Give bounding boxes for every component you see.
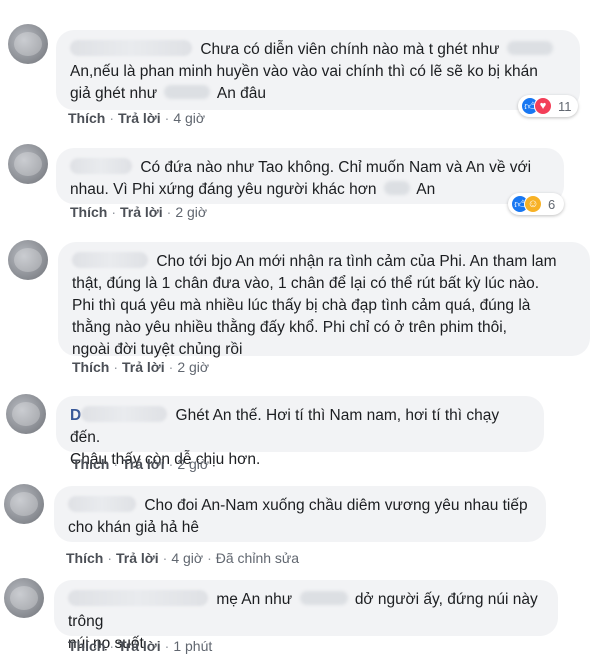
comment-text: Cho tới bjo An mới nhận ra tình cảm của … — [156, 253, 557, 270]
separator: · — [168, 359, 174, 375]
blurred-author-name[interactable] — [72, 252, 148, 268]
separator: · — [109, 110, 115, 126]
comment-actions: Thích · Trả lời · 4 giờ · Đã chỉnh sửa — [66, 550, 299, 566]
like-link[interactable]: Thích — [70, 204, 107, 220]
separator: · — [164, 638, 170, 654]
comment-bubble: D Ghét An thế. Hơi tí thì Nam nam, hơi t… — [56, 396, 544, 468]
comment-text: thằng nào yêu nhiều thằng đấy khổ. Phi c… — [72, 319, 507, 336]
comment-text: mẹ An như — [216, 591, 293, 608]
reaction-count: 11 — [558, 98, 572, 114]
timestamp[interactable]: 2 giờ — [175, 204, 207, 220]
reply-link[interactable]: Trả lời — [122, 456, 165, 472]
comment-bubble: Chưa có diễn viên chính nào mà t ghét nh… — [56, 30, 580, 110]
comment-actions: Thích · Trả lời · 1 phút — [68, 638, 212, 654]
blurred-author-name[interactable] — [70, 158, 132, 174]
separator: · — [207, 550, 212, 566]
reply-link[interactable]: Trả lời — [120, 204, 163, 220]
comment-actions: Thích · Trả lời · 2 giờ — [70, 204, 207, 220]
blurred-name — [506, 41, 553, 55]
comment-bubble: mẹ An như dở người ấy, đứng núi này trôn… — [54, 580, 558, 652]
avatar[interactable] — [8, 144, 48, 184]
comment-text: An,nếu là phan minh huyền vào vào vai ch… — [70, 63, 538, 80]
comment-bubble: Cho đoi An-Nam xuống chầu diêm vương yêu… — [54, 486, 546, 542]
comment-actions: Thích · Trả lời · 2 giờ — [72, 359, 209, 375]
avatar[interactable] — [4, 578, 44, 618]
reaction-count: 6 — [548, 196, 556, 212]
heart-icon: ♥ — [534, 97, 552, 115]
blurred-name — [299, 591, 348, 605]
avatar[interactable] — [4, 484, 44, 524]
blurred-author-name[interactable] — [70, 40, 192, 56]
like-link[interactable]: Thích — [72, 456, 109, 472]
separator: · — [113, 359, 119, 375]
timestamp[interactable]: 4 giờ — [173, 110, 205, 126]
like-link[interactable]: Thích — [68, 110, 105, 126]
separator: · — [166, 204, 172, 220]
blurred-author-name[interactable] — [68, 590, 208, 606]
separator: · — [107, 550, 113, 566]
comment-text: cho khán giả hả hê — [68, 519, 199, 536]
comment-actions: Thích · Trả lời · 4 giờ — [68, 110, 205, 126]
comment-text: Phi thì quá yêu mà nhiều lúc thấy bị chà… — [72, 297, 531, 314]
comment-text: Cho đoi An-Nam xuống chầu diêm vương yêu… — [144, 497, 528, 514]
comment-bubble: Cho tới bjo An mới nhận ra tình cảm của … — [58, 242, 590, 358]
blurred-author-name[interactable] — [68, 496, 136, 512]
reply-link[interactable]: Trả lời — [118, 110, 161, 126]
comment-text: Có đứa nào như Tao không. Chỉ muốn Nam v… — [140, 159, 532, 176]
separator: · — [113, 456, 119, 472]
timestamp[interactable]: 2 giờ — [177, 359, 209, 375]
timestamp[interactable]: 2 giờ — [177, 456, 209, 472]
blurred-author-name[interactable] — [81, 406, 168, 422]
author-initial[interactable]: D — [70, 407, 81, 424]
reaction-summary[interactable]: 👍︎ ☺ 6 — [508, 193, 564, 215]
comment-text: An — [416, 181, 436, 198]
comment-actions: Thích · Trả lời · 2 giờ — [72, 456, 209, 472]
separator: · — [164, 110, 170, 126]
blurred-name — [383, 181, 410, 195]
comment-bubble: Có đứa nào như Tao không. Chỉ muốn Nam v… — [56, 148, 564, 204]
separator: · — [162, 550, 168, 566]
separator: · — [111, 204, 117, 220]
laughing-face-icon: ☺ — [524, 195, 542, 213]
timestamp[interactable]: 4 giờ — [171, 550, 203, 566]
like-link[interactable]: Thích — [68, 638, 105, 654]
edited-label[interactable]: Đã chỉnh sửa — [216, 550, 299, 566]
separator: · — [109, 638, 115, 654]
comment-text: An đâu — [216, 85, 266, 102]
avatar[interactable] — [8, 240, 48, 280]
reaction-summary[interactable]: 👍︎ ♥ 11 — [518, 95, 578, 117]
comment-text: nhau. Vì Phi xứng đáng yêu người khác hơ… — [70, 181, 377, 198]
avatar[interactable] — [8, 24, 48, 64]
like-link[interactable]: Thích — [72, 359, 109, 375]
timestamp[interactable]: 1 phút — [173, 638, 212, 654]
comment-text: thật, đúng là 1 chân đưa vào, 1 chân để … — [72, 275, 540, 292]
reply-link[interactable]: Trả lời — [116, 550, 159, 566]
comment-text: Chưa có diễn viên chính nào mà t ghét nh… — [200, 41, 500, 58]
comment-text: giả ghét như — [70, 85, 158, 102]
blurred-name — [164, 85, 211, 99]
comment-text: ngoài đời tuyệt chủng rồi — [72, 341, 243, 358]
avatar[interactable] — [6, 394, 46, 434]
like-link[interactable]: Thích — [66, 550, 103, 566]
reply-link[interactable]: Trả lời — [122, 359, 165, 375]
separator: · — [168, 456, 174, 472]
reply-link[interactable]: Trả lời — [118, 638, 161, 654]
